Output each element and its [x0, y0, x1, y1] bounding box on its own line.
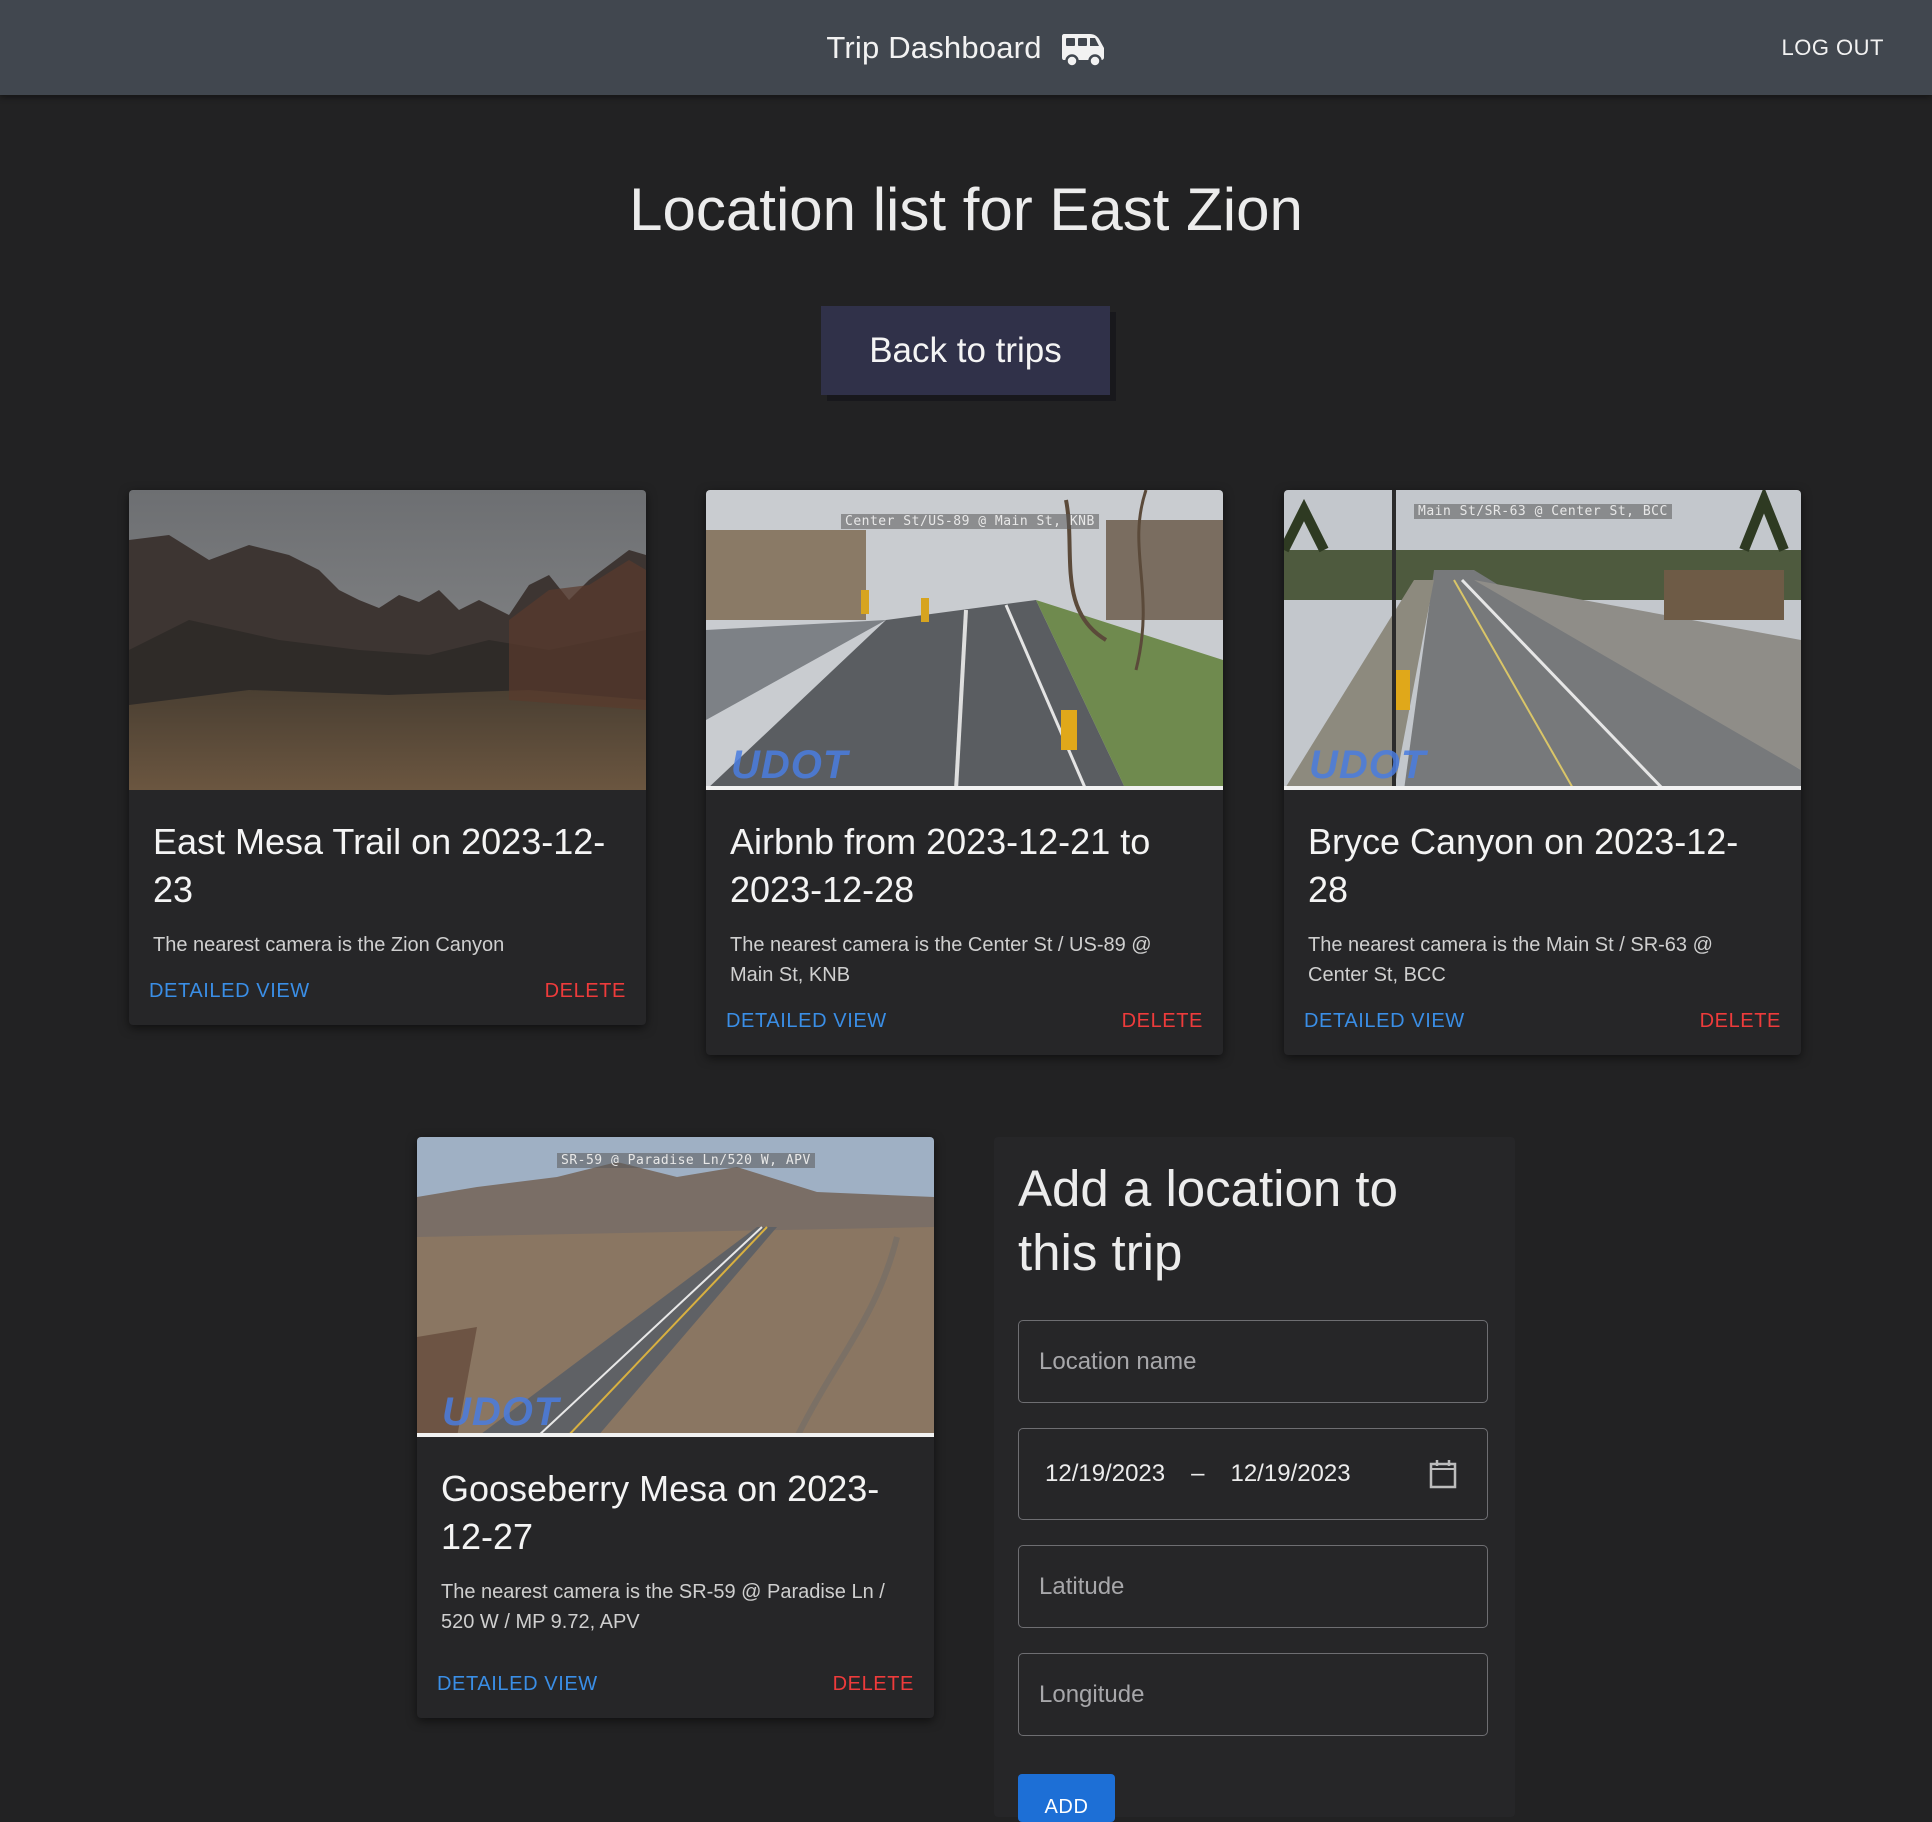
location-card: Center St/US-89 @ Main St, KNB UDOT Airb…	[706, 490, 1223, 1055]
location-name-field[interactable]	[1018, 1320, 1488, 1403]
card-description: The nearest camera is the Main St / SR-6…	[1308, 934, 1713, 986]
card-title: East Mesa Trail on 2023-12-23	[153, 821, 606, 910]
camera-image: Main St/SR-63 @ Center St, BCC UDOT	[1284, 490, 1801, 790]
detailed-view-button[interactable]: DETAILED VIEW	[149, 980, 310, 1003]
delete-button[interactable]: DELETE	[545, 980, 626, 1003]
card-description: The nearest camera is the SR-59 @ Paradi…	[441, 1581, 885, 1633]
detailed-view-button[interactable]: DETAILED VIEW	[726, 1010, 887, 1033]
card-title: Bryce Canyon on 2023-12-28	[1308, 821, 1739, 910]
app-title: Trip Dashboard	[826, 29, 1042, 65]
camera-overlay-label: SR-59 @ Paradise Ln/520 W, APV	[557, 1153, 815, 1168]
card-description: The nearest camera is the Center St / US…	[730, 934, 1152, 986]
back-to-trips-button[interactable]: Back to trips	[821, 306, 1110, 395]
camera-overlay-label: Main St/SR-63 @ Center St, BCC	[1414, 504, 1672, 519]
brand: Trip Dashboard	[0, 0, 1932, 95]
card-title: Airbnb from 2023-12-21 to 2023-12-28	[730, 821, 1151, 910]
app-bar: Trip Dashboard LOG OUT	[0, 0, 1932, 95]
latitude-input[interactable]	[1019, 1546, 1487, 1627]
location-card: East Mesa Trail on 2023-12-23 The neares…	[129, 490, 646, 1025]
add-location-form: Add a location to this trip 12/19/2023 –…	[994, 1137, 1515, 1822]
longitude-input[interactable]	[1019, 1654, 1487, 1735]
detailed-view-button[interactable]: DETAILED VIEW	[1304, 1010, 1465, 1033]
logout-button[interactable]: LOG OUT	[1781, 28, 1884, 68]
calendar-icon[interactable]	[1429, 1459, 1457, 1489]
camera-image	[129, 490, 646, 790]
delete-button[interactable]: DELETE	[1700, 1010, 1781, 1033]
date-range-field[interactable]: 12/19/2023 – 12/19/2023	[1018, 1428, 1488, 1520]
card-title: Gooseberry Mesa on 2023-12-27	[441, 1468, 880, 1557]
date-separator: –	[1191, 1460, 1205, 1487]
van-icon	[1060, 28, 1106, 68]
add-button[interactable]: ADD	[1018, 1774, 1115, 1822]
location-name-input[interactable]	[1019, 1321, 1487, 1402]
form-title: Add a location to this trip	[1018, 1160, 1398, 1281]
end-date[interactable]: 12/19/2023	[1230, 1460, 1350, 1488]
camera-overlay-label: Center St/US-89 @ Main St, KNB	[841, 514, 1099, 529]
location-card: Main St/SR-63 @ Center St, BCC UDOT Bryc…	[1284, 490, 1801, 1055]
page-title: Location list for East Zion	[629, 176, 1303, 243]
camera-image: SR-59 @ Paradise Ln/520 W, APV UDOT	[417, 1137, 934, 1437]
udot-watermark: UDOT	[1309, 743, 1427, 787]
udot-watermark: UDOT	[731, 743, 849, 787]
location-card: SR-59 @ Paradise Ln/520 W, APV UDOT Goos…	[417, 1137, 934, 1718]
delete-button[interactable]: DELETE	[1122, 1010, 1203, 1033]
latitude-field[interactable]	[1018, 1545, 1488, 1628]
start-date[interactable]: 12/19/2023	[1045, 1460, 1165, 1488]
camera-image: Center St/US-89 @ Main St, KNB UDOT	[706, 490, 1223, 790]
detailed-view-button[interactable]: DETAILED VIEW	[437, 1673, 598, 1696]
udot-watermark: UDOT	[442, 1390, 560, 1434]
delete-button[interactable]: DELETE	[833, 1673, 914, 1696]
card-description: The nearest camera is the Zion Canyon	[153, 934, 505, 956]
longitude-field[interactable]	[1018, 1653, 1488, 1736]
